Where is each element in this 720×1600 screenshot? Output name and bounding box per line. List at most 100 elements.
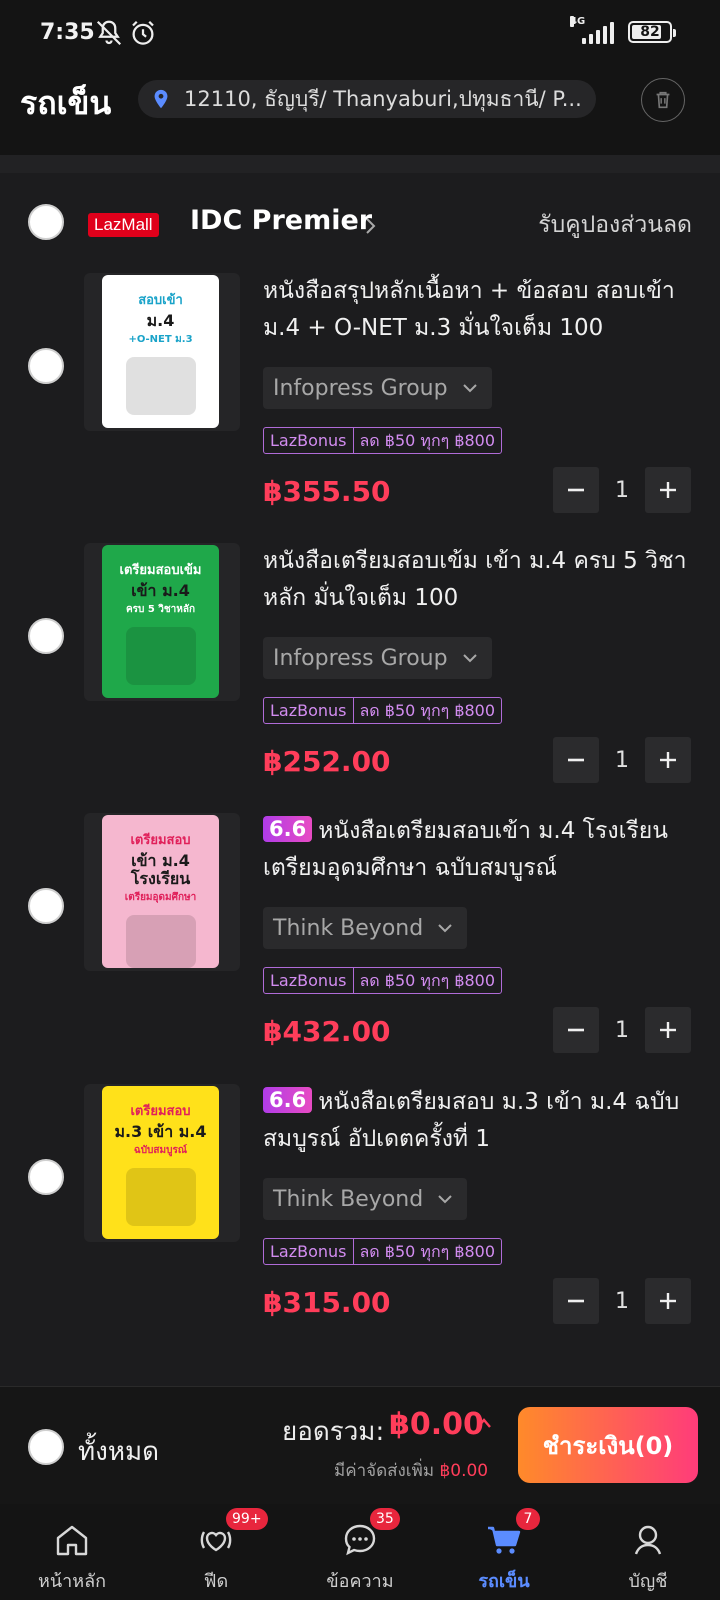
product-title-text: หนังสือเตรียมสอบเข้ม เข้า ม.4 ครบ 5 วิชา…: [263, 548, 687, 611]
bottom-navigation: หน้าหลัก ฟีด 99+ ข้อความ 35 รถเข็น 7 บัญชี: [0, 1504, 720, 1600]
variant-selector[interactable]: Think Beyond: [263, 907, 468, 949]
item-select-radio[interactable]: [28, 1159, 64, 1195]
trash-icon: [656, 91, 670, 109]
decrease-quantity-button[interactable]: [553, 1007, 599, 1053]
delete-button[interactable]: [641, 78, 685, 122]
bonus-label: LazBonus: [270, 971, 347, 990]
notification-badge: 7: [516, 1508, 540, 1530]
chevron-down-icon: [438, 924, 452, 933]
chevron-down-icon: [462, 384, 477, 393]
increase-quantity-button[interactable]: [645, 1007, 691, 1053]
product-title[interactable]: หนังสือเตรียมสอบเข้ม เข้า ม.4 ครบ 5 วิชา…: [263, 543, 695, 617]
product-image[interactable]: สอบเข้า ม.4 +O-NET ม.3: [84, 273, 240, 431]
shipping-label: มีค่าจัดส่งเพิ่ม: [334, 1461, 435, 1481]
lazmall-badge: LazMall: [88, 213, 159, 237]
variant-label: Infopress Group: [273, 645, 448, 671]
cover-line-2: ม.3 เข้า ม.4: [114, 1122, 207, 1141]
select-all-radio[interactable]: [28, 1429, 64, 1465]
cover-line-2: เข้า ม.4: [131, 581, 190, 600]
nav-item-cart[interactable]: รถเข็น 7: [432, 1504, 576, 1600]
total-label: ยอดรวม:: [282, 1417, 385, 1447]
home-icon: [56, 1525, 88, 1556]
quantity-value[interactable]: 1: [599, 748, 645, 773]
product-image[interactable]: เตรียมสอบเข้ม เข้า ม.4 ครบ 5 วิชาหลัก: [84, 543, 240, 701]
plus-icon: [660, 482, 676, 498]
variant-label: Infopress Group: [273, 375, 448, 401]
cover-line-1: เตรียมสอบเข้ม: [119, 563, 202, 578]
delivery-address-selector[interactable]: 12110, ธัญบุรี/ Thanyaburi,ปทุมธานี/ P..…: [138, 80, 596, 118]
chevron-up-icon[interactable]: [476, 1417, 492, 1429]
quantity-stepper: 1: [553, 737, 691, 783]
quantity-stepper: 1: [553, 1007, 691, 1053]
product-title[interactable]: 6.6 หนังสือเตรียมสอบเข้า ม.4 โรงเรียนเตรี…: [263, 813, 695, 887]
cart-item: เตรียมสอบเข้ม เข้า ม.4 ครบ 5 วิชาหลัก หนังส…: [0, 543, 720, 813]
book-cover: สอบเข้า ม.4 +O-NET ม.3: [102, 275, 219, 428]
account-icon: [634, 1525, 662, 1555]
quantity-stepper: 1: [553, 1278, 691, 1324]
nav-item-feed[interactable]: ฟีด 99+: [144, 1504, 288, 1600]
get-coupon-link[interactable]: รับคูปองส่วนลด: [538, 207, 692, 243]
product-title[interactable]: 6.6 หนังสือเตรียมสอบ ม.3 เข้า ม.4 ฉบับสมบ…: [263, 1084, 695, 1158]
nav-item-home[interactable]: หน้าหลัก: [0, 1504, 144, 1600]
decrease-quantity-button[interactable]: [553, 1278, 599, 1324]
product-title-text: หนังสือเตรียมสอบ ม.3 เข้า ม.4 ฉบับสมบูรณ…: [263, 1089, 680, 1152]
increase-quantity-button[interactable]: [645, 1278, 691, 1324]
quantity-value[interactable]: 1: [599, 1289, 645, 1314]
lazbonus-tag: LazBonus ลด ฿50 ทุกๆ ฿800: [263, 1238, 503, 1265]
product-title[interactable]: หนังสือสรุปหลักเนื้อหา + ข้อสอบ สอบเข้า …: [263, 273, 695, 347]
increase-quantity-button[interactable]: [645, 467, 691, 513]
plus-icon: [660, 752, 676, 768]
increase-quantity-button[interactable]: [645, 737, 691, 783]
quantity-value[interactable]: 1: [599, 478, 645, 503]
battery-text: 82: [640, 24, 660, 40]
product-price: ฿432.00: [263, 1015, 391, 1048]
checkout-button[interactable]: ชำระเงิน(0): [518, 1407, 698, 1483]
variant-selector[interactable]: Infopress Group: [263, 367, 492, 409]
book-cover: เตรียมสอบม.3 เข้า ม.4 ฉบับสมบูรณ์: [102, 1086, 219, 1239]
decrease-quantity-button[interactable]: [553, 737, 599, 783]
status-time: 7:35: [40, 20, 95, 45]
bonus-detail: ลด ฿50 ทุกๆ ฿800: [352, 968, 502, 993]
plus-icon: [660, 1293, 676, 1309]
total-value: ฿0.00: [389, 1407, 484, 1442]
decrease-quantity-button[interactable]: [553, 467, 599, 513]
variant-selector[interactable]: Infopress Group: [263, 637, 492, 679]
nav-item-account[interactable]: บัญชี: [576, 1504, 720, 1600]
notification-badge: 99+: [226, 1508, 268, 1530]
item-select-radio[interactable]: [28, 888, 64, 924]
select-all-label[interactable]: ทั้งหมด: [78, 1431, 159, 1472]
bonus-label: LazBonus: [270, 701, 347, 720]
nav-item-chat[interactable]: ข้อความ 35: [288, 1504, 432, 1600]
cover-line-3: ฉบับสมบูรณ์: [133, 1145, 188, 1156]
cart-header: รถเข็น 12110, ธัญบุรี/ Thanyaburi,ปทุมธา…: [0, 70, 720, 155]
bonus-label: LazBonus: [270, 1242, 347, 1261]
item-select-radio[interactable]: [28, 348, 64, 384]
lazbonus-tag: LazBonus ลด ฿50 ทุกๆ ฿800: [263, 697, 503, 724]
chevron-down-icon: [438, 1195, 452, 1204]
book-cover: เตรียมสอบเข้ม เข้า ม.4 ครบ 5 วิชาหลัก: [102, 545, 219, 698]
notifications-off-icon: [96, 20, 122, 46]
cover-illustration: [125, 627, 196, 685]
cart-item: เตรียมสอบ เข้า ม.4 โรงเรียน เตรียมอุดมศึกษ…: [0, 813, 720, 1083]
shop-name-link[interactable]: IDC Premier: [190, 205, 372, 236]
network-label: 4G: [570, 16, 586, 27]
battery-icon: 82: [628, 21, 676, 43]
promo-tag: 6.6: [263, 1087, 313, 1113]
cover-line-3: +O-NET ม.3: [128, 334, 193, 345]
item-select-radio[interactable]: [28, 618, 64, 654]
minus-icon: [568, 1299, 584, 1303]
lazbonus-tag: LazBonus ลด ฿50 ทุกๆ ฿800: [263, 427, 503, 454]
minus-icon: [568, 1028, 584, 1032]
cover-line-1: เตรียมสอบ: [130, 833, 191, 848]
product-image[interactable]: เตรียมสอบม.3 เข้า ม.4 ฉบับสมบูรณ์: [84, 1084, 240, 1242]
variant-selector[interactable]: Think Beyond: [263, 1178, 468, 1220]
product-image[interactable]: เตรียมสอบ เข้า ม.4 โรงเรียน เตรียมอุดมศึกษ…: [84, 813, 240, 971]
shipping-fee-note: มีค่าจัดส่งเพิ่ม ฿0.00: [334, 1457, 488, 1484]
nav-label: ข้อความ: [326, 1571, 394, 1592]
nav-label: บัญชี: [628, 1571, 668, 1592]
quantity-value[interactable]: 1: [599, 1018, 645, 1043]
nav-label: ฟีด: [203, 1571, 229, 1592]
cover-line-1: เตรียมสอบ: [130, 1104, 191, 1119]
shop-select-radio[interactable]: [28, 204, 64, 240]
cover-line-3: เตรียมอุดมศึกษา: [124, 892, 197, 903]
